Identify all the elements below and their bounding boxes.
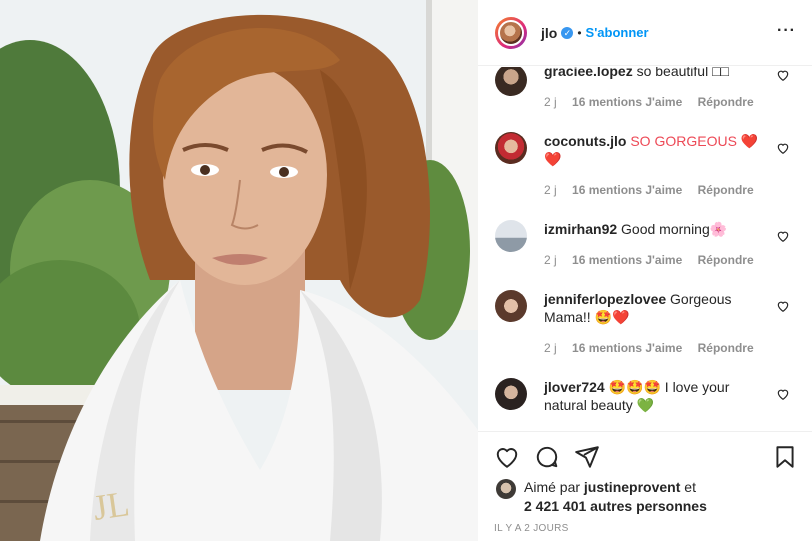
comment-username[interactable]: izmirhan92 [544,221,617,237]
comment-text-block: izmirhan92 Good morning🌸 [544,220,764,238]
liker-username[interactable]: justineprovent [584,479,680,495]
comment-text-block: coconuts.jlo SO GORGEOUS ❤️ ❤️ [544,132,764,168]
comment-like-icon[interactable] [776,68,790,82]
comment-like-icon[interactable] [776,141,790,155]
comment-username[interactable]: jlover724 [544,379,605,395]
comment-avatar[interactable] [495,220,527,252]
comment-like-icon[interactable] [776,299,790,313]
comment-like-icon[interactable] [776,229,790,243]
follow-button[interactable]: S'abonner [586,25,649,40]
share-icon[interactable] [574,444,600,470]
comment-icon[interactable] [534,444,560,470]
comment-likes[interactable]: 16 mentions J'aime [572,183,682,197]
comment-likes[interactable]: 16 mentions J'aime [572,95,682,109]
save-button[interactable] [772,444,798,475]
liked-by-text: Aimé par justineprovent et 2 421 401 aut… [524,478,707,516]
comment-avatar[interactable] [495,132,527,164]
comment-meta: 2 j 16 mentions J'aime Répondre [544,341,766,355]
reply-button[interactable]: Répondre [698,95,754,109]
comment-time: 2 j [544,253,557,267]
comment-time: 2 j [544,95,557,109]
profile-avatar[interactable] [495,16,527,49]
comment-time: 2 j [544,341,557,355]
comment-username[interactable]: jenniferlopezlovee [544,291,666,307]
post-photo[interactable]: JL [0,0,478,541]
comment-avatar[interactable] [495,290,527,322]
reply-button[interactable]: Répondre [698,183,754,197]
reply-button[interactable]: Répondre [698,253,754,267]
comment-text-block: jlover724 🤩🤩🤩 I love your natural beauty… [544,378,764,414]
action-bar [494,444,600,470]
heart-icon[interactable] [494,444,520,470]
comment-meta: 2 j 16 mentions J'aime Répondre [544,253,766,267]
more-options-icon[interactable]: ··· [777,22,796,40]
comment-username[interactable]: coconuts.jlo [544,133,626,149]
post-footer: Aimé par justineprovent et 2 421 401 aut… [478,431,812,542]
comment-likes[interactable]: 16 mentions J'aime [572,341,682,355]
comment-meta: 2 j 16 mentions J'aime Répondre [544,95,766,109]
comment-avatar[interactable] [495,67,527,96]
comment-like-icon[interactable] [776,387,790,401]
liker-avatar[interactable] [496,479,516,499]
comments-list[interactable]: graciee.lopez so beautiful □□ 2 j 16 men… [478,67,812,431]
verified-badge-icon: ✓ [561,26,574,39]
comment-text: Good morning🌸 [621,221,728,237]
bookmark-icon[interactable] [772,444,798,470]
likes-count[interactable]: 2 421 401 autres personnes [524,498,707,514]
comment-avatar[interactable] [495,378,527,410]
post-timestamp[interactable]: IL Y A 2 JOURS [494,523,569,534]
separator-dot: • [577,25,582,40]
comment-text: so beautiful □□ [636,67,730,79]
post-username[interactable]: jlo [541,25,557,41]
svg-text:JL: JL [91,483,132,528]
post-header: jlo ✓ • S'abonner ··· [478,0,812,66]
comment-time: 2 j [544,183,557,197]
comment-meta: 2 j 16 mentions J'aime Répondre [544,183,766,197]
liked-prefix: Aimé par [524,479,581,495]
comment-username[interactable]: graciee.lopez [544,67,633,79]
comment-likes[interactable]: 16 mentions J'aime [572,253,682,267]
liked-suffix: et [684,479,696,495]
comment-text-block: graciee.lopez so beautiful □□ [544,67,764,80]
reply-button[interactable]: Répondre [698,341,754,355]
post-side-panel: jlo ✓ • S'abonner ··· graciee.lopez so b… [478,0,812,541]
liked-by: Aimé par justineprovent et 2 421 401 aut… [496,478,707,516]
comment-text-block: jenniferlopezlovee Gorgeous Mama!! 🤩❤️ [544,290,764,326]
